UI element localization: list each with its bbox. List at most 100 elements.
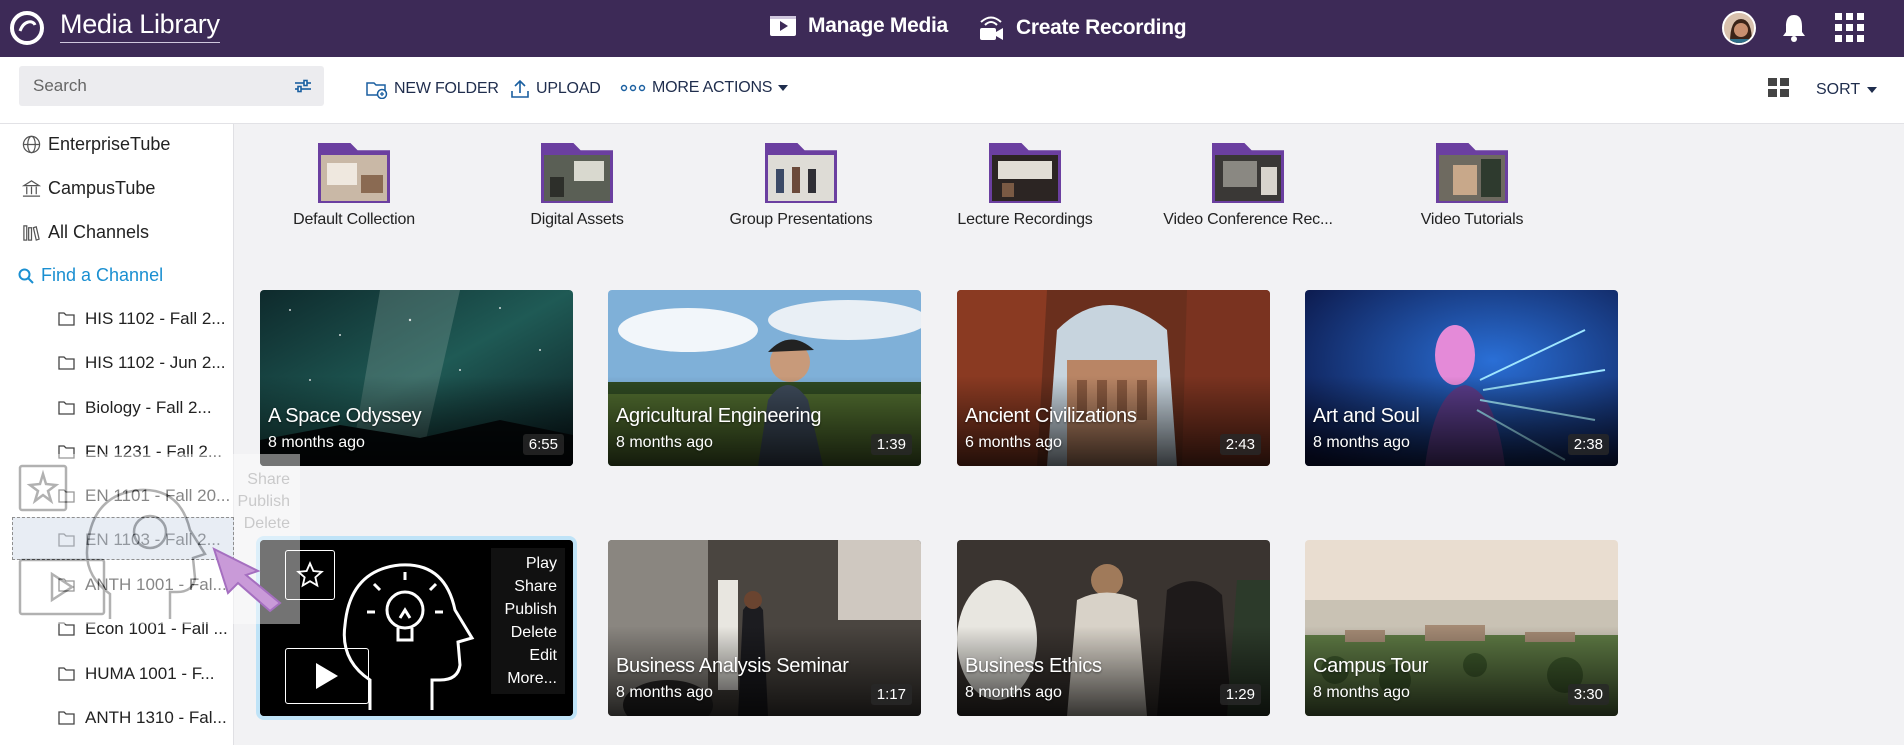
action-more[interactable]: More...: [499, 667, 557, 690]
channel-item[interactable]: EN 1101 - Fall 20...: [58, 486, 230, 506]
media-duration: 1:29: [1219, 684, 1261, 705]
folder-item[interactable]: Video Tutorials: [1367, 143, 1577, 229]
building-icon: [22, 180, 41, 197]
media-date: 6 months ago: [965, 434, 1062, 451]
folder-name: Video Conference Rec...: [1163, 211, 1333, 228]
media-card[interactable]: Business Analysis Seminar 8 months ago 1…: [608, 540, 921, 716]
create-recording-link[interactable]: Create Recording: [976, 13, 1187, 43]
folder-thumbnail-icon: [318, 143, 390, 203]
upload-icon: [511, 79, 529, 98]
folder-icon: [58, 445, 75, 459]
folder-thumbnail-icon: [765, 143, 837, 203]
grid-view-icon[interactable]: [1768, 78, 1790, 98]
filter-sliders-icon[interactable]: [294, 78, 312, 94]
channel-item[interactable]: HUMA 1001 - F...: [58, 664, 214, 684]
app-launcher-icon[interactable]: [1835, 13, 1865, 43]
new-folder-button[interactable]: NEW FOLDER: [366, 79, 499, 99]
top-bar: Media Library Manage Media Create Record…: [0, 0, 1904, 57]
channel-label: HIS 1102 - Jun 2...: [85, 353, 226, 372]
media-date: 8 months ago: [1313, 684, 1410, 701]
channel-label: ANTH 1001 - Fal...: [85, 575, 227, 594]
search-input[interactable]: [33, 66, 273, 106]
channel-item[interactable]: EN 1231 - Fall 2...: [58, 442, 222, 462]
action-play[interactable]: Play: [499, 552, 557, 575]
media-title: Agricultural Engineering: [616, 405, 822, 427]
channel-label: HUMA 1001 - F...: [85, 664, 215, 683]
media-card[interactable]: A Space Odyssey 8 months ago 6:55: [260, 290, 573, 466]
media-date: 8 months ago: [268, 434, 365, 451]
folder-item[interactable]: Group Presentations: [696, 143, 906, 229]
folder-thumbnail-icon: [541, 143, 613, 203]
media-duration: 6:55: [522, 434, 564, 455]
notifications-bell-icon[interactable]: [1780, 12, 1808, 42]
drop-target-highlight: [12, 517, 234, 560]
media-duration: 2:38: [1567, 434, 1609, 455]
media-card-hovered[interactable]: Play Share Publish Delete Edit More...: [256, 536, 577, 720]
sidebar-item-campustube[interactable]: CampusTube: [22, 178, 155, 199]
media-duration: 1:39: [870, 434, 912, 455]
user-avatar[interactable]: [1722, 11, 1756, 45]
channel-label: Econ 1001 - Fall ...: [85, 619, 228, 638]
recording-camera-icon: [980, 16, 1003, 40]
folder-item[interactable]: Video Conference Rec...: [1143, 143, 1353, 229]
globe-icon: [22, 135, 41, 154]
media-title: Business Analysis Seminar: [616, 655, 849, 677]
channel-item[interactable]: ANTH 1001 - Fal...: [58, 575, 227, 595]
action-delete[interactable]: Delete: [499, 621, 557, 644]
media-card[interactable]: Ancient Civilizations 6 months ago 2:43: [957, 290, 1270, 466]
favorite-button[interactable]: [285, 550, 335, 600]
caret-down-icon: [778, 85, 789, 91]
media-title: Campus Tour: [1313, 655, 1429, 677]
sidebar-item-label: CampusTube: [48, 178, 156, 198]
search-icon: [18, 268, 34, 284]
channel-item[interactable]: HIS 1102 - Fall 2...: [58, 309, 225, 329]
caret-down-icon: [1867, 87, 1878, 93]
manage-media-link[interactable]: Manage Media: [768, 13, 948, 39]
manage-media-label: Manage Media: [808, 14, 948, 37]
media-date: 8 months ago: [616, 684, 713, 701]
sort-button[interactable]: SORT: [1816, 81, 1878, 99]
avatar-image: [1724, 13, 1754, 43]
sidebar-item-enterprisetube[interactable]: EnterpriseTube: [22, 134, 170, 155]
folder-item[interactable]: Lecture Recordings: [920, 143, 1130, 229]
folder-name: Digital Assets: [530, 211, 624, 228]
play-button[interactable]: [285, 648, 369, 704]
media-title: A Space Odyssey: [268, 405, 422, 427]
action-edit[interactable]: Edit: [499, 644, 557, 667]
channel-item[interactable]: Biology - Fall 2...: [58, 398, 212, 418]
create-recording-label: Create Recording: [1016, 16, 1187, 39]
upload-button[interactable]: UPLOAD: [510, 79, 601, 99]
channel-item[interactable]: HIS 1102 - Jun 2...: [58, 353, 225, 373]
app-title[interactable]: Media Library: [60, 11, 220, 43]
folder-icon: [58, 489, 75, 503]
more-dots-icon: [620, 84, 646, 92]
media-card[interactable]: Agricultural Engineering 8 months ago 1:…: [608, 290, 921, 466]
sidebar-item-label: EnterpriseTube: [48, 134, 171, 154]
media-card[interactable]: Art and Soul 8 months ago 2:38: [1305, 290, 1618, 466]
channel-item[interactable]: ANTH 1310 - Fal...: [58, 708, 227, 728]
find-channel-link[interactable]: Find a Channel: [18, 265, 163, 286]
sidebar-item-label: All Channels: [48, 222, 150, 242]
star-icon: [296, 561, 324, 588]
more-actions-label: MORE ACTIONS: [652, 79, 773, 96]
folder-icon: [58, 667, 75, 681]
action-publish[interactable]: Publish: [499, 598, 557, 621]
sidebar-item-all-channels[interactable]: All Channels: [22, 222, 149, 243]
find-channel-label: Find a Channel: [41, 265, 164, 285]
folder-name: Video Tutorials: [1420, 211, 1524, 228]
svg-text:Delete: Delete: [244, 515, 290, 532]
media-title: Business Ethics: [965, 655, 1102, 677]
folder-item[interactable]: Default Collection: [249, 143, 459, 229]
folder-item[interactable]: Digital Assets: [472, 143, 682, 229]
more-actions-button[interactable]: MORE ACTIONS: [620, 79, 789, 97]
channel-item[interactable]: Econ 1001 - Fall ...: [58, 619, 228, 639]
media-card[interactable]: Campus Tour 8 months ago 3:30: [1305, 540, 1618, 716]
channel-label: EN 1101 - Fall 20...: [85, 486, 231, 505]
folder-icon: [58, 578, 75, 592]
logo-icon[interactable]: [8, 10, 48, 46]
action-share[interactable]: Share: [499, 575, 557, 598]
media-title: Art and Soul: [1313, 405, 1420, 427]
media-duration: 2:43: [1219, 434, 1261, 455]
media-card[interactable]: Business Ethics 8 months ago 1:29: [957, 540, 1270, 716]
sort-label: SORT: [1816, 81, 1861, 98]
